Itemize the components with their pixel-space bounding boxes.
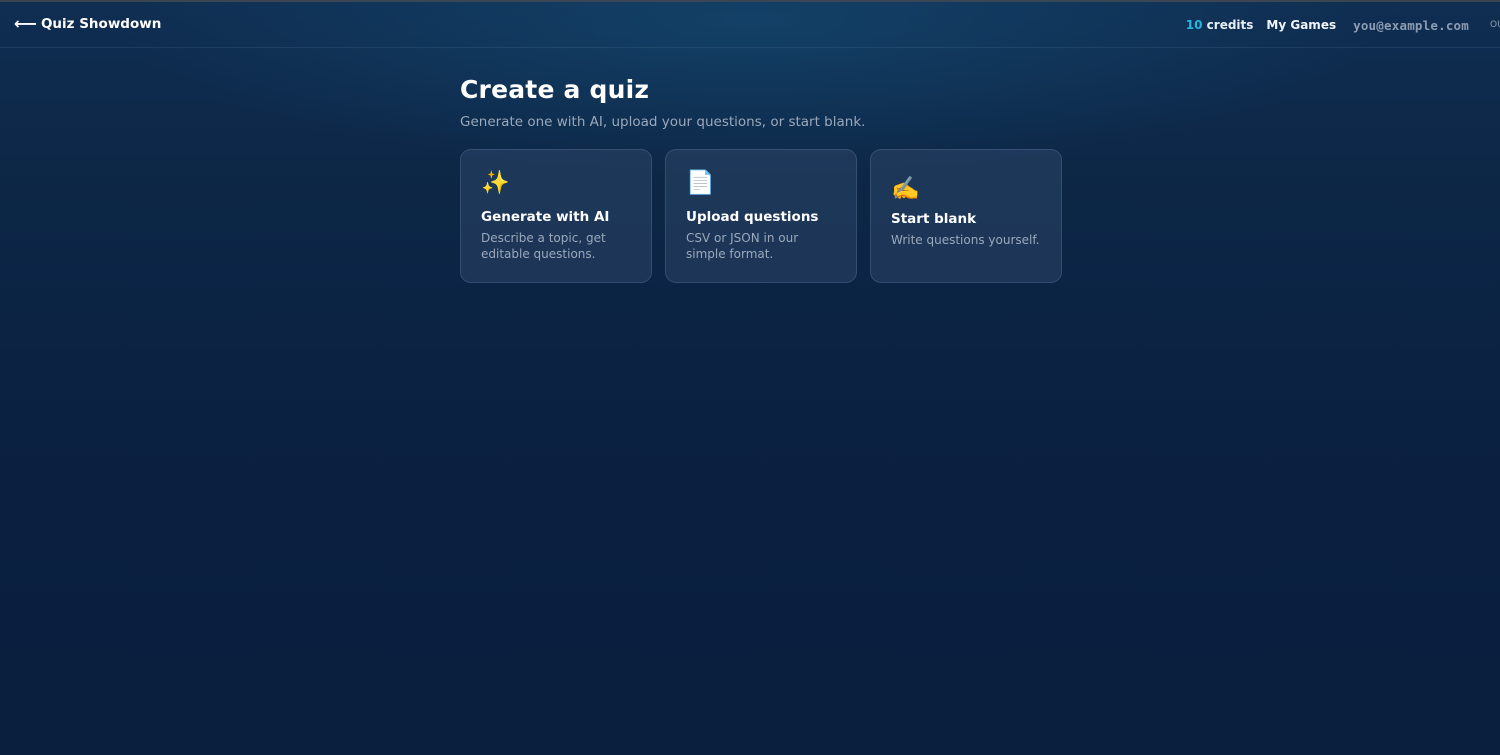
top-nav-bar: ⟵ Quiz Showdown 10 credits My Games you@…	[0, 2, 1500, 48]
credits-label: credits	[1206, 18, 1254, 32]
credits-count: 10	[1185, 18, 1203, 32]
create-options: ✨ Generate with AI Describe a topic, get…	[460, 149, 1064, 283]
document-icon: 📄	[686, 170, 715, 196]
my-games-link[interactable]: My Games	[1266, 18, 1336, 32]
card-title: Start blank	[891, 211, 977, 227]
card-title: Generate with AI	[481, 209, 610, 225]
back-arrow-icon: ⟵	[14, 14, 37, 33]
card-description: Write questions yourself.	[891, 233, 1040, 247]
card-description: CSV or JSON in our simple format.	[686, 231, 799, 261]
card-title: Upload questions	[686, 209, 819, 225]
upload-questions-card[interactable]: 📄 Upload questions CSV or JSON in our si…	[665, 149, 857, 283]
card-description: Describe a topic, get editable questions…	[481, 231, 606, 261]
page-subtitle: Generate one with AI, upload your questi…	[460, 114, 866, 130]
sign-out-link[interactable]: OU	[1490, 20, 1500, 30]
generate-with-ai-card[interactable]: ✨ Generate with AI Describe a topic, get…	[460, 149, 652, 283]
sparkles-icon: ✨	[481, 170, 510, 196]
user-email: you@example.com	[1353, 17, 1469, 33]
credits-badge[interactable]: 10 credits	[1186, 18, 1254, 32]
writing-hand-icon: ✍️	[891, 176, 920, 202]
create-quiz-section: Create a quiz Generate one with AI, uplo…	[460, 74, 1064, 283]
start-blank-card[interactable]: ✍️ Start blank Write questions yourself.	[870, 149, 1062, 283]
nav-right-group: 10 credits My Games you@example.com OU	[1186, 16, 1500, 34]
back-link[interactable]: ⟵ Quiz Showdown	[14, 14, 162, 33]
app-title: Quiz Showdown	[40, 16, 162, 32]
page-title: Create a quiz	[460, 75, 650, 104]
